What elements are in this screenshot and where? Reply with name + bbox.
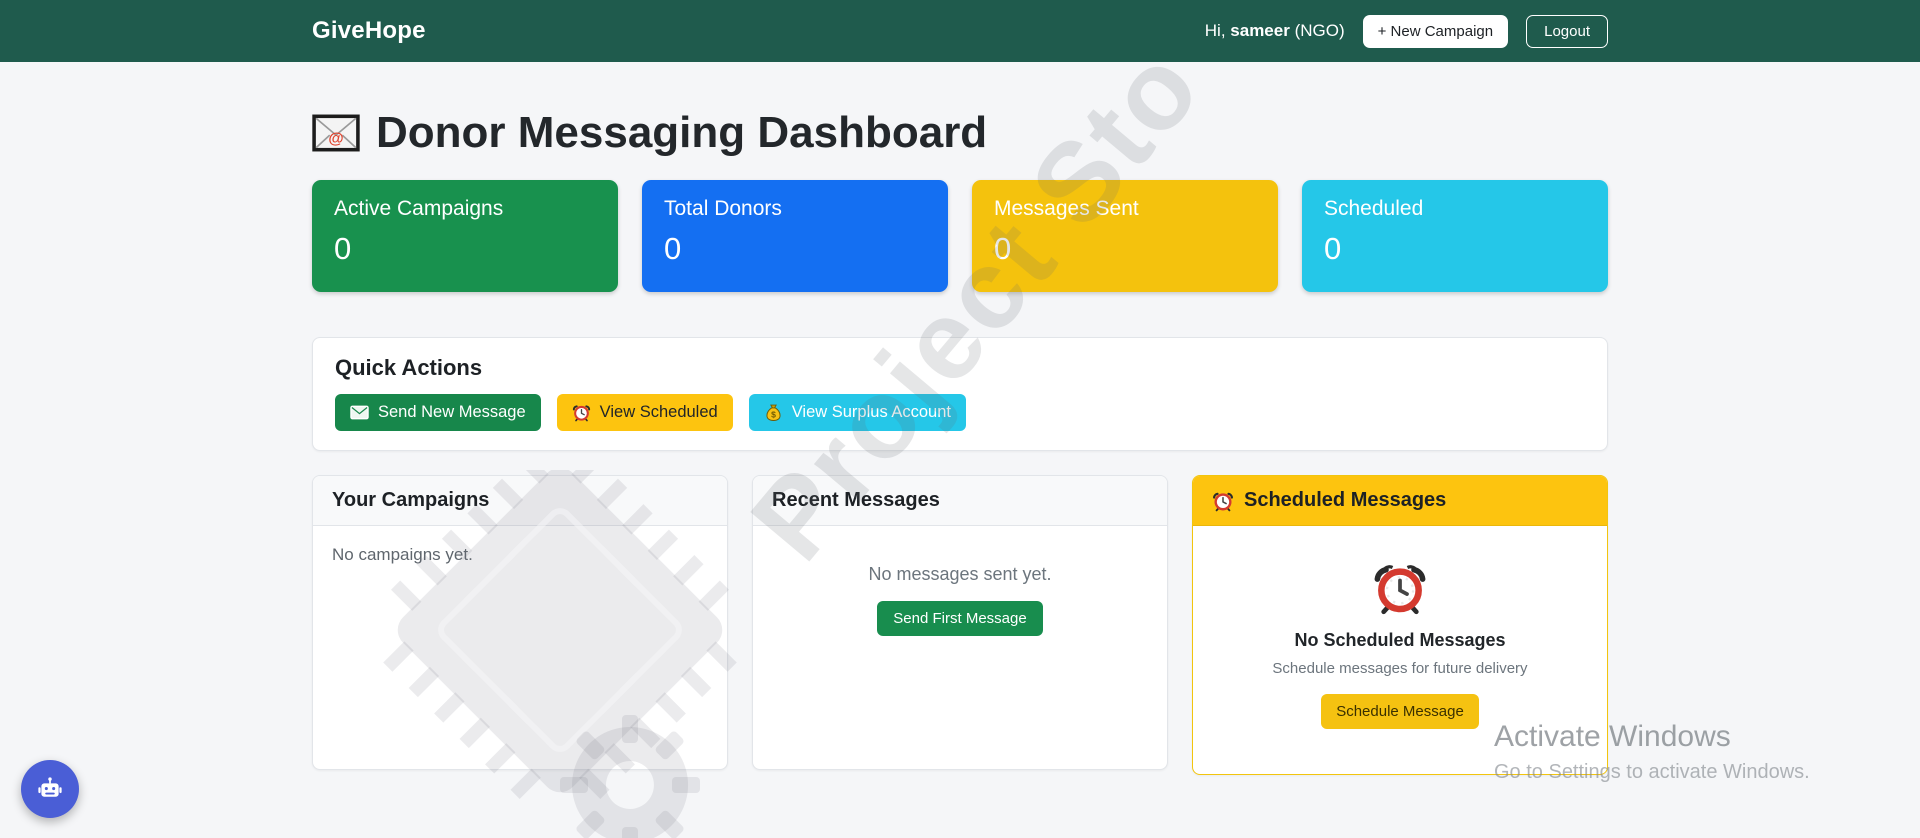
- navbar-right-group: Hi, sameer (NGO) + New Campaign Logout: [1205, 15, 1608, 48]
- user-greeting: Hi, sameer (NGO): [1205, 21, 1345, 41]
- button-label: View Scheduled: [600, 403, 718, 422]
- new-campaign-button[interactable]: + New Campaign: [1363, 15, 1508, 48]
- stat-card-messages-sent: Messages Sent 0: [972, 180, 1278, 292]
- button-label: Send New Message: [378, 403, 526, 422]
- stat-card-scheduled: Scheduled 0: [1302, 180, 1608, 292]
- panels-row: Your Campaigns No campaigns yet. Recent …: [312, 475, 1608, 775]
- schedule-message-button[interactable]: Schedule Message: [1321, 694, 1479, 729]
- stat-value: 0: [1324, 231, 1586, 267]
- envelope-icon: [350, 403, 369, 422]
- scheduled-messages-header: Scheduled Messages: [1193, 476, 1607, 526]
- greeting-prefix: Hi,: [1205, 21, 1231, 40]
- top-navbar: GiveHope Hi, sameer (NGO) + New Campaign…: [0, 0, 1920, 62]
- logout-button[interactable]: Logout: [1526, 15, 1608, 48]
- stats-row: Active Campaigns 0 Total Donors 0 Messag…: [312, 180, 1608, 292]
- scheduled-header-text: Scheduled Messages: [1244, 489, 1446, 512]
- quick-actions-buttons: Send New Message View Scheduled $: [335, 394, 1585, 431]
- stat-label: Total Donors: [664, 197, 926, 221]
- stat-label: Messages Sent: [994, 197, 1256, 221]
- greeting-role: (NGO): [1290, 21, 1345, 40]
- alarm-clock-icon: [1212, 490, 1234, 512]
- scheduled-empty-title: No Scheduled Messages: [1212, 630, 1588, 651]
- main-content: @ Donor Messaging Dashboard Active Campa…: [312, 62, 1608, 775]
- stat-value: 0: [334, 231, 596, 267]
- messages-empty-text: No messages sent yet.: [772, 564, 1148, 585]
- send-new-message-button[interactable]: Send New Message: [335, 394, 541, 431]
- stat-value: 0: [664, 231, 926, 267]
- chatbot-fab-button[interactable]: [21, 760, 79, 818]
- your-campaigns-header: Your Campaigns: [313, 476, 727, 526]
- stat-card-total-donors: Total Donors 0: [642, 180, 948, 292]
- svg-text:@: @: [328, 130, 343, 147]
- recent-messages-panel: Recent Messages No messages sent yet. Se…: [752, 475, 1168, 770]
- recent-messages-header: Recent Messages: [753, 476, 1167, 526]
- stat-label: Active Campaigns: [334, 197, 596, 221]
- username: sameer: [1230, 21, 1290, 40]
- quick-actions-panel: Quick Actions Send New Message View Sche…: [312, 337, 1608, 451]
- alarm-clock-icon: [572, 403, 591, 422]
- send-first-message-button[interactable]: Send First Message: [877, 601, 1042, 636]
- view-scheduled-button[interactable]: View Scheduled: [557, 394, 733, 431]
- stat-card-active-campaigns: Active Campaigns 0: [312, 180, 618, 292]
- robot-icon: [36, 775, 64, 803]
- brand-logo[interactable]: GiveHope: [312, 17, 426, 45]
- svg-text:$: $: [771, 410, 776, 420]
- scheduled-empty-subtitle: Schedule messages for future delivery: [1212, 660, 1588, 677]
- page-title: @ Donor Messaging Dashboard: [312, 108, 1608, 158]
- page-title-text: Donor Messaging Dashboard: [376, 108, 987, 158]
- email-icon: @: [312, 114, 360, 152]
- alarm-clock-icon: [1372, 560, 1428, 616]
- view-surplus-account-button[interactable]: $ View Surplus Account: [749, 394, 966, 431]
- quick-actions-title: Quick Actions: [335, 355, 1585, 381]
- money-bag-icon: $: [764, 403, 783, 422]
- stat-label: Scheduled: [1324, 197, 1586, 221]
- stat-value: 0: [994, 231, 1256, 267]
- campaigns-empty-text: No campaigns yet.: [332, 545, 708, 565]
- button-label: View Surplus Account: [792, 403, 951, 422]
- scheduled-messages-panel: Scheduled Messages No Scheduled Messages…: [1192, 475, 1608, 775]
- your-campaigns-panel: Your Campaigns No campaigns yet.: [312, 475, 728, 770]
